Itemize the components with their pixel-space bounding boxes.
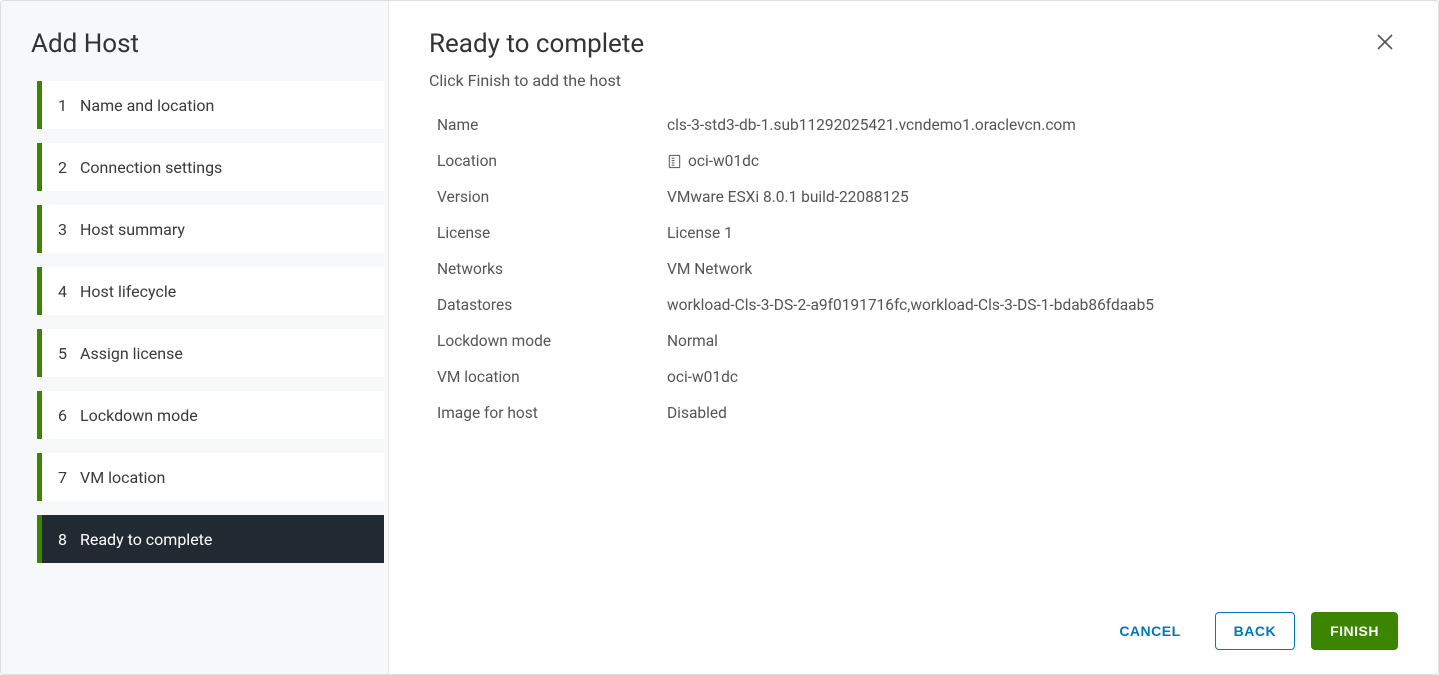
label-lockdown: Lockdown mode — [437, 332, 657, 350]
back-button[interactable]: BACK — [1215, 612, 1295, 650]
step-lockdown-mode[interactable]: 6 Lockdown mode — [37, 391, 384, 439]
step-label: Host lifecycle — [80, 282, 176, 301]
step-label: Lockdown mode — [80, 406, 198, 425]
value-image-for-host: Disabled — [667, 404, 1398, 422]
step-label: Ready to complete — [80, 530, 212, 549]
value-version: VMware ESXi 8.0.1 build-22088125 — [667, 188, 1398, 206]
content-subtitle: Click Finish to add the host — [429, 71, 644, 90]
step-label: Name and location — [80, 96, 214, 115]
close-button[interactable] — [1372, 29, 1398, 59]
step-number: 2 — [58, 158, 80, 177]
content-title: Ready to complete — [429, 29, 644, 59]
step-host-summary[interactable]: 3 Host summary — [37, 205, 384, 253]
value-location-text: oci-w01dc — [688, 152, 759, 170]
wizard-content: Ready to complete Click Finish to add th… — [389, 1, 1438, 674]
step-vm-location[interactable]: 7 VM location — [37, 453, 384, 501]
step-assign-license[interactable]: 5 Assign license — [37, 329, 384, 377]
step-number: 3 — [58, 220, 80, 239]
wizard-step-list: 1 Name and location 2 Connection setting… — [1, 81, 388, 577]
finish-button[interactable]: FINISH — [1311, 612, 1398, 650]
step-label: Host summary — [80, 220, 185, 239]
content-header: Ready to complete Click Finish to add th… — [429, 29, 1398, 116]
label-networks: Networks — [437, 260, 657, 278]
content-heading-group: Ready to complete Click Finish to add th… — [429, 29, 644, 116]
value-networks: VM Network — [667, 260, 1398, 278]
datacenter-icon — [667, 154, 682, 169]
step-label: Connection settings — [80, 158, 222, 177]
step-number: 8 — [58, 530, 80, 549]
step-number: 4 — [58, 282, 80, 301]
step-connection-settings[interactable]: 2 Connection settings — [37, 143, 384, 191]
step-name-and-location[interactable]: 1 Name and location — [37, 81, 384, 129]
label-name: Name — [437, 116, 657, 134]
wizard-sidebar: Add Host 1 Name and location 2 Connectio… — [1, 1, 389, 674]
wizard-title: Add Host — [1, 29, 388, 81]
label-datastores: Datastores — [437, 296, 657, 314]
cancel-button[interactable]: CANCEL — [1101, 613, 1198, 649]
label-vm-location: VM location — [437, 368, 657, 386]
step-host-lifecycle[interactable]: 4 Host lifecycle — [37, 267, 384, 315]
step-label: VM location — [80, 468, 165, 487]
value-vm-location: oci-w01dc — [667, 368, 1398, 386]
value-name: cls-3-std3-db-1.sub11292025421.vcndemo1.… — [667, 116, 1398, 134]
label-version: Version — [437, 188, 657, 206]
value-datastores: workload-Cls-3-DS-2-a9f0191716fc,workloa… — [667, 296, 1398, 314]
step-number: 5 — [58, 344, 80, 363]
step-number: 6 — [58, 406, 80, 425]
add-host-wizard: Add Host 1 Name and location 2 Connectio… — [0, 0, 1439, 675]
label-location: Location — [437, 152, 657, 170]
step-number: 1 — [58, 96, 80, 115]
summary-grid: Name cls-3-std3-db-1.sub11292025421.vcnd… — [429, 116, 1398, 422]
label-license: License — [437, 224, 657, 242]
close-icon — [1376, 31, 1394, 56]
step-label: Assign license — [80, 344, 183, 363]
step-number: 7 — [58, 468, 80, 487]
value-lockdown: Normal — [667, 332, 1398, 350]
value-license: License 1 — [667, 224, 1398, 242]
footer-actions: CANCEL BACK FINISH — [429, 592, 1398, 650]
value-location: oci-w01dc — [667, 152, 1398, 170]
label-image-for-host: Image for host — [437, 404, 657, 422]
step-ready-to-complete[interactable]: 8 Ready to complete — [37, 515, 384, 563]
